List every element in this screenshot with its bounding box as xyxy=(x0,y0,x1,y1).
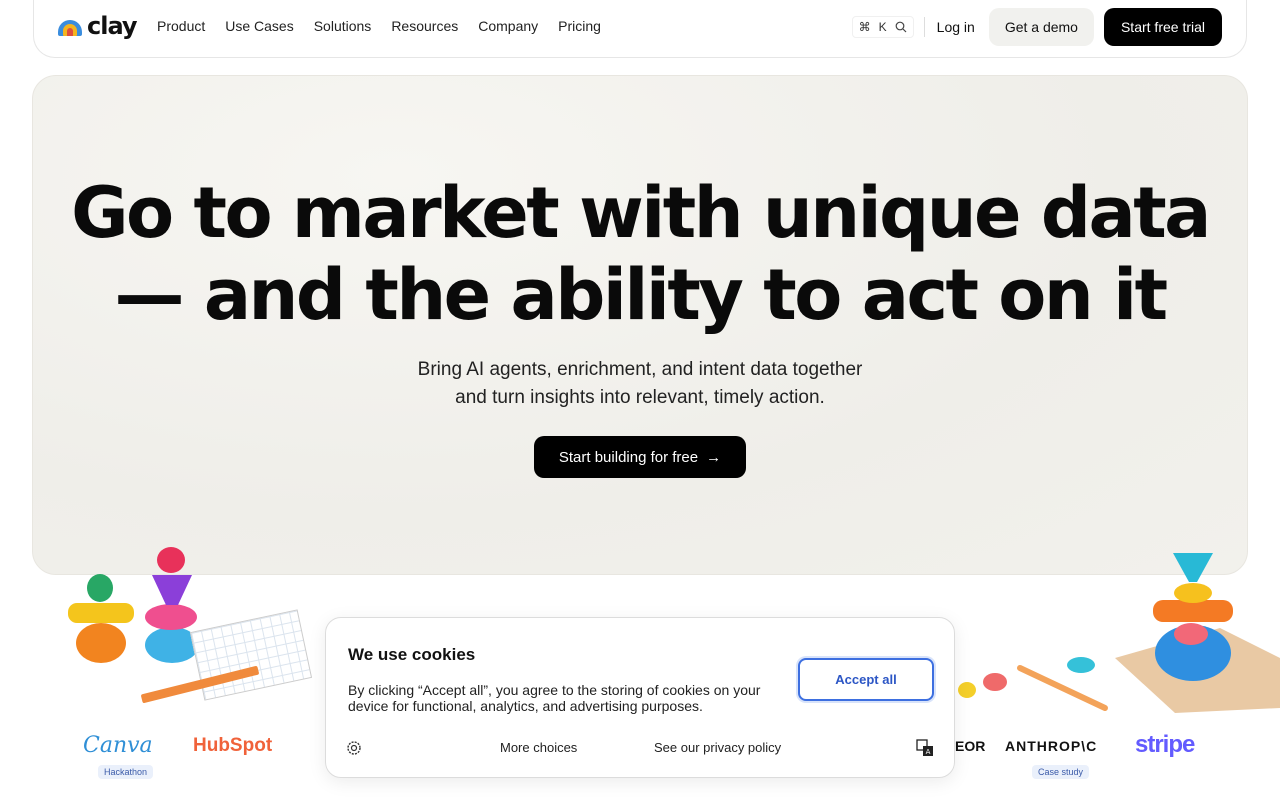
cta-label: Start building for free xyxy=(558,448,699,466)
menu-item-company[interactable]: Company xyxy=(478,18,538,34)
search-icon xyxy=(895,21,907,33)
arrow-right-icon: → xyxy=(706,448,722,466)
login-link[interactable]: Log in xyxy=(937,19,975,35)
privacy-policy-link[interactable]: See our privacy policy xyxy=(654,740,781,755)
start-trial-button[interactable]: Start free trial xyxy=(1103,8,1222,46)
command-key: ⌘ xyxy=(858,20,871,34)
k-key: K xyxy=(878,20,887,34)
cookie-text: By clicking “Accept all”, you agree to t… xyxy=(348,682,761,714)
clay-sculpture-right-icon xyxy=(958,553,1280,713)
canva-logo: Canva xyxy=(83,733,153,758)
headline-line-2: — and the ability to act on it xyxy=(114,254,1168,336)
cookie-banner: We use cookies By clicking “Accept all”,… xyxy=(325,617,955,778)
menu-item-product[interactable]: Product xyxy=(157,18,205,34)
headline-line-1: Go to market with unique data xyxy=(71,172,1211,254)
top-nav: clay Product Use Cases Solutions Resourc… xyxy=(33,0,1247,58)
clay-logo-icon xyxy=(58,16,84,36)
clay-logo[interactable]: clay xyxy=(58,12,138,40)
menu-item-use-cases[interactable]: Use Cases xyxy=(225,18,293,34)
cookie-title: We use cookies xyxy=(348,645,476,664)
menu-item-resources[interactable]: Resources xyxy=(391,18,458,34)
stripe-logo: stripe xyxy=(1135,731,1195,758)
menu-item-solutions[interactable]: Solutions xyxy=(314,18,372,34)
translate-icon[interactable]: A xyxy=(916,739,934,757)
menu-item-pricing[interactable]: Pricing xyxy=(558,18,601,34)
cookie-settings-icon[interactable] xyxy=(346,740,362,756)
anthropic-logo: ANTHROP\C xyxy=(1005,738,1098,754)
hero-headline: Go to market with unique data — and the … xyxy=(0,172,1280,336)
sub-line-1: Bring AI agents, enrichment, and intent … xyxy=(417,359,863,380)
clay-sculpture-left-icon xyxy=(68,547,199,663)
case-study-badge[interactable]: Case study xyxy=(1032,765,1090,779)
more-choices-link[interactable]: More choices xyxy=(500,740,577,755)
get-demo-button[interactable]: Get a demo xyxy=(988,8,1094,46)
sub-line-2: and turn insights into relevant, timely … xyxy=(455,387,825,408)
nav-actions: ⌘ K Log in Get a demo Start free trial xyxy=(851,8,1222,46)
hubspot-logo: HubSpot xyxy=(193,735,273,756)
svg-text:A: A xyxy=(926,748,931,756)
eor-logo: EOR xyxy=(955,738,986,754)
main-menu: Product Use Cases Solutions Resources Co… xyxy=(157,18,601,34)
logo-text: clay xyxy=(87,12,138,40)
start-building-button[interactable]: Start building for free → xyxy=(534,436,746,478)
nav-divider xyxy=(923,17,925,37)
hackathon-badge: Hackathon xyxy=(98,765,154,779)
search-shortcut[interactable]: ⌘ K xyxy=(851,16,914,38)
hero-subheadline: Bring AI agents, enrichment, and intent … xyxy=(0,356,1280,412)
accept-all-button[interactable]: Accept all xyxy=(798,658,934,701)
